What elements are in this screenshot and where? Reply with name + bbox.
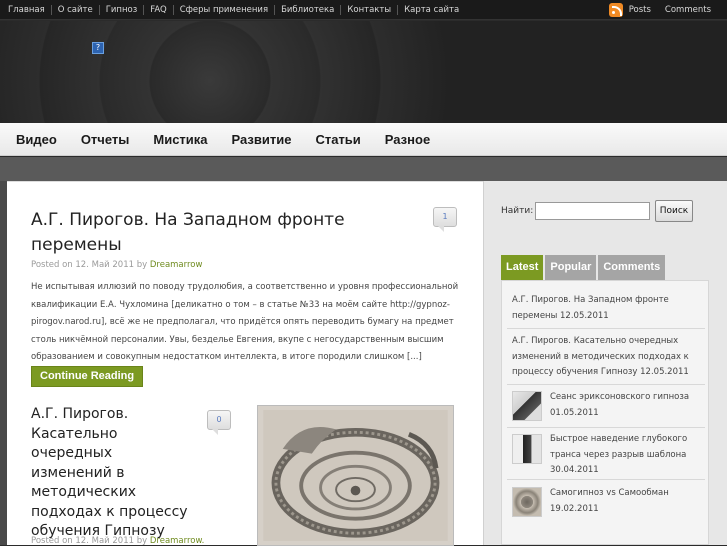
content-column: А.Г. Пирогов. На Западном фронте перемен… xyxy=(7,181,483,546)
latest-post-link[interactable]: Самогипноз vs Самообман 19.02.2011 xyxy=(550,486,700,517)
topnav-home[interactable]: Главная xyxy=(2,5,52,15)
sidebar: Найти: Поиск Latest Popular Comments А.Г… xyxy=(483,181,727,545)
feed-links: Posts Comments xyxy=(608,3,719,17)
topnav-sitemap[interactable]: Карта сайта xyxy=(398,5,465,15)
post-thumbnail-icon[interactable] xyxy=(512,487,542,517)
latest-posts-panel: А.Г. Пирогов. На Западном фронте перемен… xyxy=(501,280,709,545)
author-link[interactable]: Dreamarrow xyxy=(150,260,203,270)
nav-video[interactable]: Видео xyxy=(4,132,69,147)
tab-latest[interactable]: Latest xyxy=(501,255,544,280)
divider xyxy=(507,328,705,329)
tab-popular[interactable]: Popular xyxy=(545,255,597,280)
top-navigation: Главная О сайте Гипноз FAQ Сферы примене… xyxy=(2,0,465,20)
post-title-line: методических xyxy=(31,484,137,500)
search-label: Найти: xyxy=(501,206,534,216)
broken-image-icon[interactable]: ? xyxy=(92,42,104,54)
post-thumbnail-image[interactable] xyxy=(257,405,454,546)
post-title-line: Касательно xyxy=(31,425,118,442)
topnav-contacts[interactable]: Контакты xyxy=(341,5,399,15)
latest-post-link[interactable]: Быстрое наведение глубокого транса через… xyxy=(550,432,700,479)
nav-reports[interactable]: Отчеты xyxy=(69,132,142,147)
topnav-library[interactable]: Библиотека xyxy=(275,5,342,15)
topnav-about[interactable]: О сайте xyxy=(52,5,100,15)
post-meta: Posted on 12. Май 2011 by Dreamarrow xyxy=(31,260,202,270)
topnav-applications[interactable]: Сферы применения xyxy=(174,5,276,15)
post-title-line: изменений в xyxy=(31,464,125,481)
post-title-line: очередных xyxy=(31,445,113,461)
topnav-faq[interactable]: FAQ xyxy=(144,5,174,15)
search-button[interactable]: Поиск xyxy=(655,200,693,222)
post-thumbnail-icon[interactable] xyxy=(512,391,542,421)
post-excerpt: Не испытывая иллюзий по поводу трудолюби… xyxy=(31,282,459,362)
comment-count-bubble[interactable]: 1 xyxy=(433,207,457,232)
background-strip xyxy=(0,157,727,181)
site-header: ? xyxy=(0,21,727,123)
post-title-line: А.Г. Пирогов. xyxy=(31,406,129,422)
post-thumbnail-icon[interactable] xyxy=(512,434,542,464)
rss-icon[interactable] xyxy=(608,3,623,17)
comments-feed-link[interactable]: Comments xyxy=(665,5,711,15)
search-input[interactable] xyxy=(535,202,650,220)
tab-comments[interactable]: Comments xyxy=(598,255,666,280)
continue-reading-button[interactable]: Continue Reading xyxy=(31,366,144,387)
post-title[interactable]: А.Г. Пирогов. На Западном фронте перемен… xyxy=(31,208,431,258)
topnav-hypnosis[interactable]: Гипноз xyxy=(100,5,145,15)
main-navigation: Видео Отчеты Мистика Развитие Статьи Раз… xyxy=(0,123,727,156)
comment-count-bubble[interactable]: 0 xyxy=(207,410,231,435)
posts-feed-link[interactable]: Posts xyxy=(629,5,651,15)
ouroboros-image xyxy=(263,410,448,541)
sidebar-tabs: Latest Popular Comments xyxy=(501,255,666,280)
nav-misc[interactable]: Разное xyxy=(373,132,442,147)
post-title[interactable]: А.Г. Пирогов. Касательно очередных измен… xyxy=(31,405,211,542)
post-title-line: А.Г. Пирогов. На Западном фронте xyxy=(31,210,345,230)
top-bar: Главная О сайте Гипноз FAQ Сферы примене… xyxy=(0,0,727,20)
latest-post-link[interactable]: А.Г. Пирогов. Касательно очередных измен… xyxy=(512,334,698,381)
nav-articles[interactable]: Статьи xyxy=(303,132,372,147)
post-date: Posted on 12. Май 2011 by xyxy=(31,260,150,270)
post-title-line: подходах к процессу xyxy=(31,503,188,520)
divider xyxy=(507,479,705,480)
latest-post-link[interactable]: А.Г. Пирогов. На Западном фронте перемен… xyxy=(512,293,698,324)
latest-post-link[interactable]: Сеанс эриксоновского гипноза 01.05.2011 xyxy=(550,390,700,421)
post-title-line: перемены xyxy=(31,235,122,255)
nav-mystic[interactable]: Мистика xyxy=(141,132,219,147)
divider xyxy=(507,384,705,385)
divider xyxy=(507,427,705,428)
nav-development[interactable]: Развитие xyxy=(220,132,304,147)
